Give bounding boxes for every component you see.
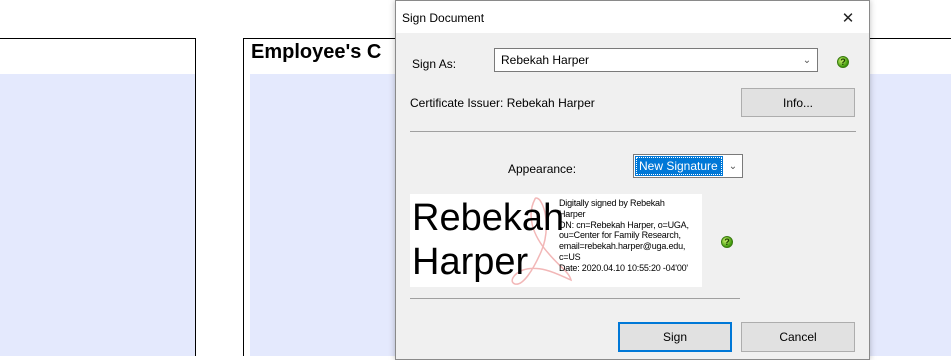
form-field-title: Employee's C [251,41,382,63]
signature-name-line2: Harper [412,241,529,283]
form-field-left[interactable] [0,38,196,356]
form-field-employee[interactable]: Employee's C [243,38,403,356]
form-field-right[interactable] [870,38,951,356]
close-icon[interactable]: ✕ [833,5,863,31]
sign-as-value: Rebekah Harper [501,53,590,67]
cancel-button[interactable]: Cancel [741,322,855,352]
divider [410,131,856,132]
form-field-left-fill [0,74,195,356]
appearance-select[interactable]: New Signature ⌄ [633,154,743,178]
signature-detail-line: DN: cn=Rebekah Harper, o=UGA, [559,219,689,230]
sign-button[interactable]: Sign [618,322,732,352]
signature-detail-line: Digitally signed by Rebekah [559,198,665,208]
signature-detail-line: Date: 2020.04.10 10:55:20 -04'00' [559,262,688,273]
signature-detail-line: c=US [559,251,581,262]
dialog-titlebar[interactable]: Sign Document ✕ [396,1,869,33]
dialog-title: Sign Document [402,11,485,25]
chevron-down-icon: ⌄ [802,54,812,66]
signature-detail-line: Harper [559,208,586,219]
info-button[interactable]: Info... [741,88,855,117]
sign-document-dialog: Sign Document ✕ Sign As: Rebekah Harper … [395,0,870,360]
signature-name: Rebekah Harper [412,196,564,284]
divider [410,298,740,299]
sign-as-label: Sign As: [412,57,457,71]
help-icon[interactable]: ? [837,56,849,68]
signature-details: Digitally signed by Rebekah Harper DN: c… [559,198,702,274]
signature-detail-line: ou=Center for Family Research, [559,230,681,241]
appearance-value: New Signature [635,156,723,176]
form-field-right-fill [870,74,951,356]
signature-name-line1: Rebekah [412,197,565,239]
signature-preview: Rebekah Harper Digitally signed by Rebek… [410,194,702,287]
form-field-employee-fill [250,74,402,356]
signature-detail-line: email=rebekah.harper@uga.edu, [559,241,686,252]
chevron-down-icon: ⌄ [728,160,738,172]
help-icon[interactable]: ? [721,236,733,248]
appearance-label: Appearance: [508,162,577,176]
sign-as-select[interactable]: Rebekah Harper ⌄ [494,48,818,72]
certificate-issuer-label: Certificate Issuer: Rebekah Harper [410,96,595,110]
